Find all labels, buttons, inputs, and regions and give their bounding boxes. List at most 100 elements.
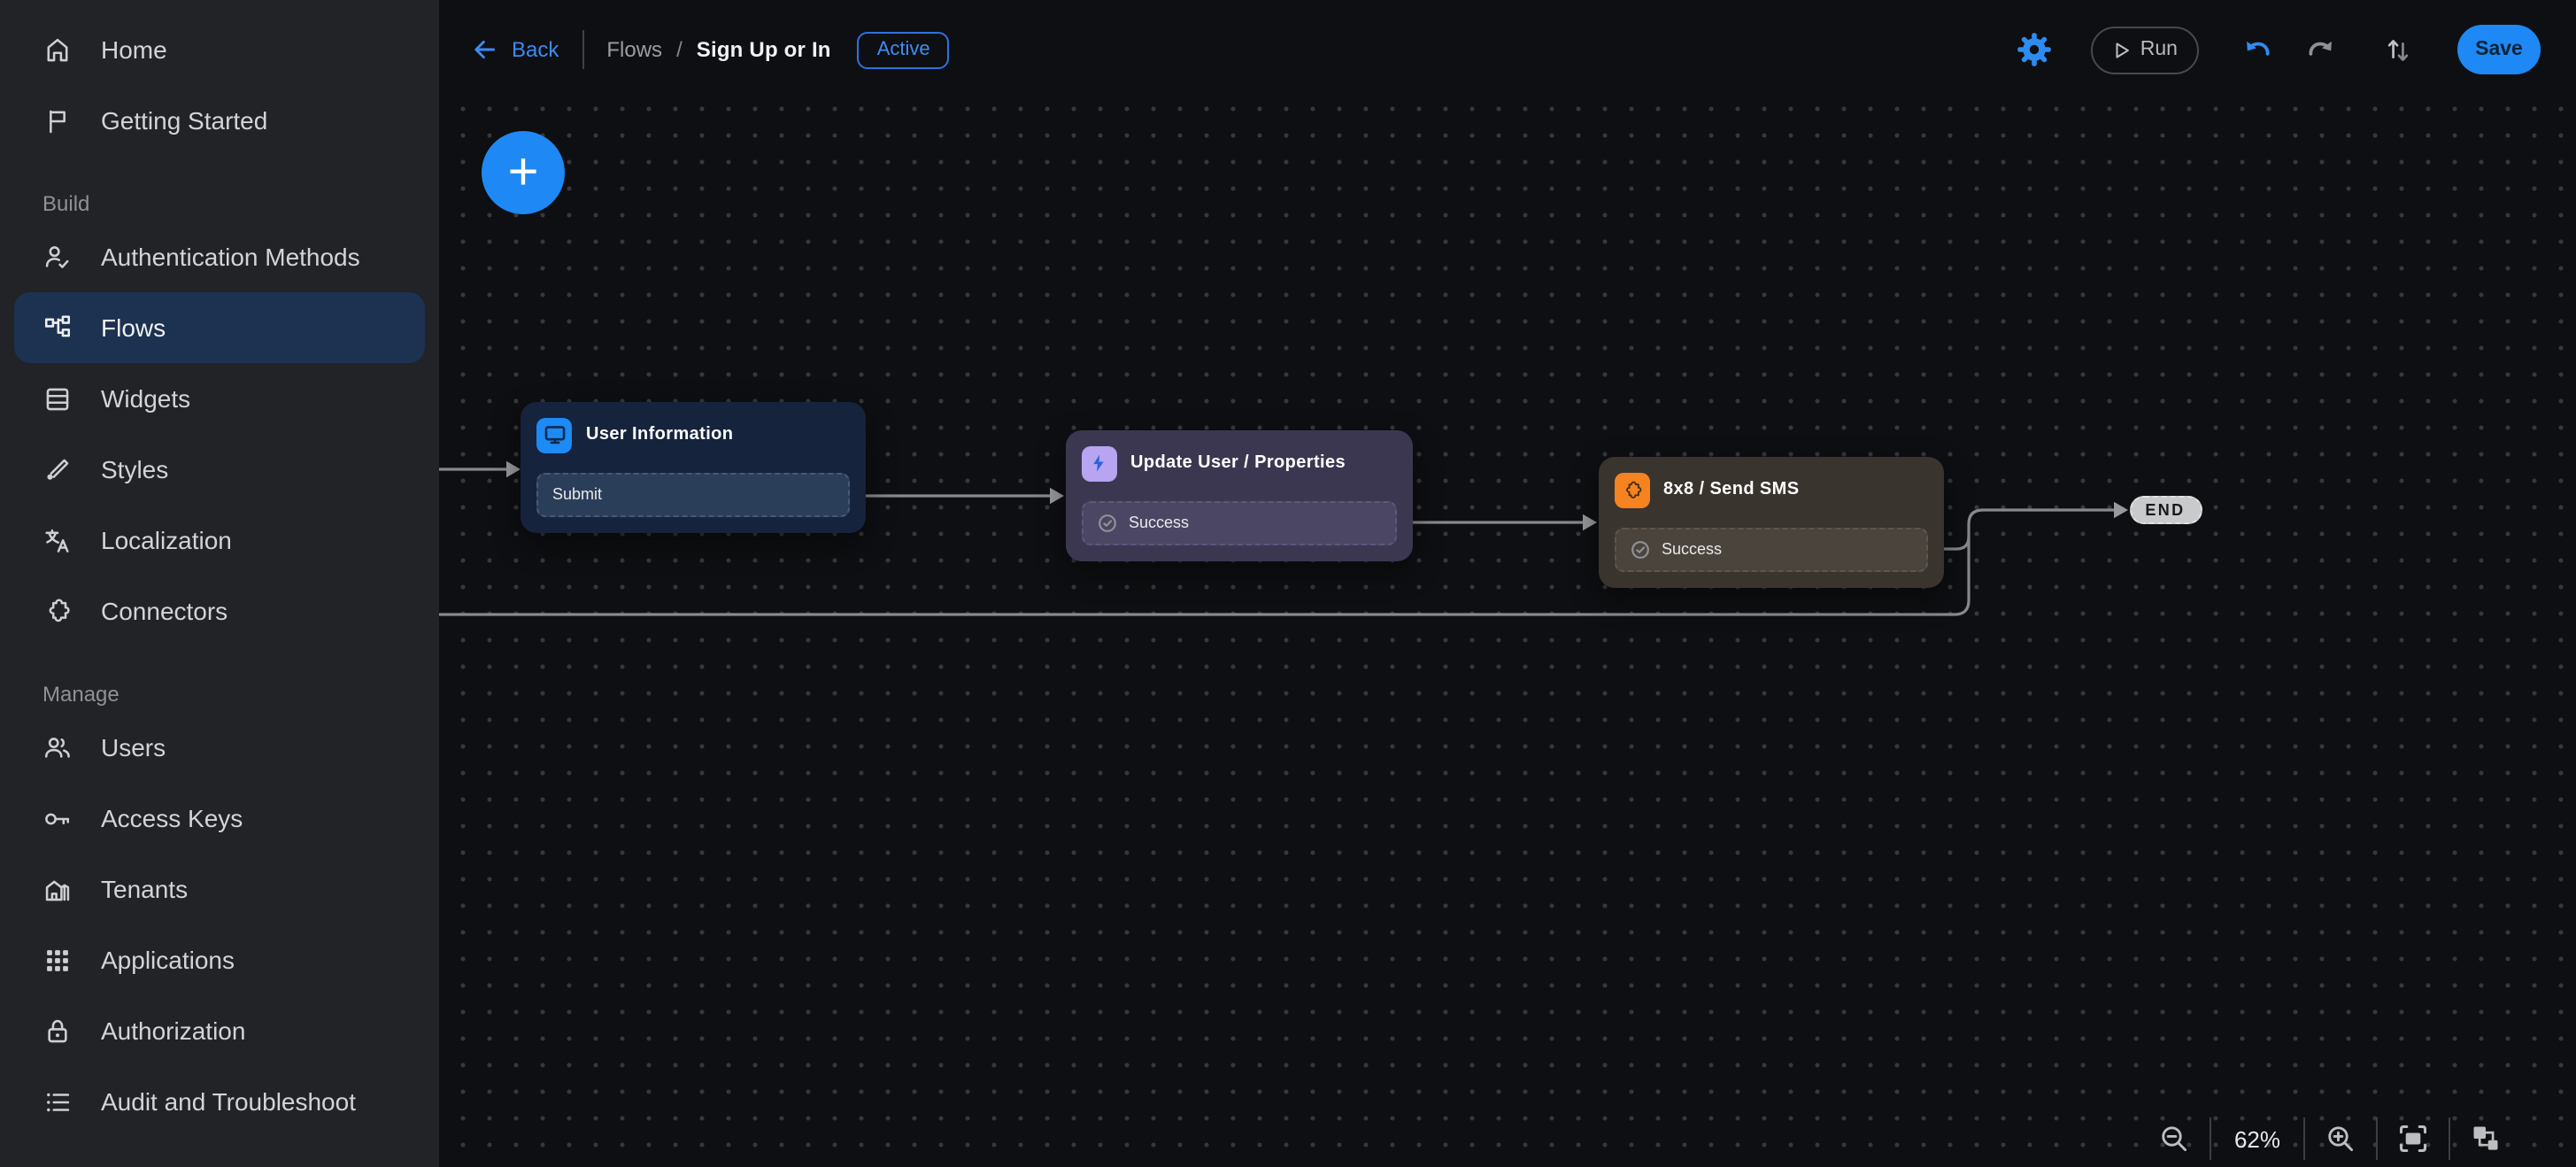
widgets-icon	[42, 383, 73, 413]
node-title: User Information	[586, 425, 734, 444]
node-title: 8x8 / Send SMS	[1663, 480, 1800, 499]
sidebar-item-flows[interactable]: Flows	[14, 292, 425, 363]
flows-icon	[42, 313, 73, 343]
sidebar-item-widgets[interactable]: Widgets	[14, 363, 425, 434]
swap-vertical-icon	[2387, 39, 2409, 60]
zoombar-divider	[2376, 1117, 2378, 1160]
zoom-level: 62%	[2233, 1125, 2281, 1152]
zoom-in-icon	[2328, 1126, 2354, 1152]
sidebar-item-label: Tenants	[101, 875, 189, 903]
person-check-icon	[42, 242, 73, 272]
play-icon	[2116, 42, 2129, 58]
settings-gear-button[interactable]	[2017, 32, 2052, 67]
check-circle-icon	[1098, 514, 1115, 531]
undo-button[interactable]	[2241, 33, 2275, 66]
node-update-user-properties[interactable]: Update User / Properties Success	[1065, 429, 1412, 560]
auto-layout-button[interactable]	[2470, 1123, 2502, 1155]
puzzle-icon	[42, 596, 73, 626]
redo-button[interactable]	[2303, 33, 2337, 66]
sidebar-item-authentication-methods[interactable]: Authentication Methods	[14, 221, 425, 292]
sidebar-item-home[interactable]: Home	[14, 14, 425, 85]
swap-vertical-button[interactable]	[2383, 35, 2413, 65]
topbar-actions: Run Save	[2017, 25, 2541, 74]
sidebar-section-manage: Manage	[42, 682, 120, 707]
sidebar-item-label: Localization	[101, 526, 232, 554]
sidebar-item-users[interactable]: Users	[14, 712, 425, 783]
breadcrumb-parent[interactable]: Flows	[606, 37, 662, 62]
connector-puzzle-icon	[1614, 472, 1649, 507]
node-header: User Information	[536, 417, 850, 452]
sidebar-item-getting-started[interactable]: Getting Started	[14, 85, 425, 156]
run-label: Run	[2140, 39, 2178, 60]
sidebar-item-label: Applications	[101, 946, 235, 974]
sidebar-item-tenants[interactable]: Tenants	[14, 854, 425, 924]
sidebar-item-label: Audit and Troubleshoot	[101, 1087, 356, 1116]
status-badge[interactable]: Active	[857, 31, 950, 68]
sidebar-item-label: Styles	[101, 455, 169, 483]
sidebar-item-label: Authorization	[101, 1016, 246, 1045]
users-icon	[42, 732, 73, 762]
sidebar-item-label: Home	[101, 35, 167, 64]
back-button[interactable]: Back	[471, 35, 559, 64]
flow-canvas[interactable]: + User Information Submit Update User / …	[439, 99, 2576, 1167]
screen-icon	[536, 417, 572, 452]
node-output-label: Success	[1129, 514, 1190, 531]
node-output-success[interactable]: Success	[1081, 500, 1396, 545]
sidebar-section-build: Build	[42, 191, 90, 216]
flag-icon	[42, 105, 73, 135]
check-circle-icon	[1631, 540, 1648, 558]
sidebar-item-label: Connectors	[101, 597, 228, 625]
add-node-button[interactable]: +	[482, 131, 565, 214]
node-header: Update User / Properties	[1081, 445, 1396, 481]
flow-connections	[439, 460, 2128, 616]
node-header: 8x8 / Send SMS	[1614, 472, 1927, 507]
topbar: Back Flows / Sign Up or In Active Run Sa…	[439, 0, 2576, 99]
sidebar-item-label: Authentication Methods	[101, 243, 360, 271]
node-output-label: Submit	[552, 485, 603, 503]
sidebar-item-audit-and-troubleshoot[interactable]: Audit and Troubleshoot	[14, 1066, 425, 1137]
sidebar-item-authorization[interactable]: Authorization	[14, 995, 425, 1066]
apps-grid-icon	[42, 945, 73, 975]
sidebar-item-label: Widgets	[101, 384, 191, 413]
node-user-information[interactable]: User Information Submit	[521, 401, 866, 532]
bolt-icon	[1081, 445, 1116, 481]
sidebar-item-label: Users	[101, 733, 166, 761]
home-icon	[42, 35, 73, 65]
translate-icon	[42, 525, 73, 555]
sidebar-item-access-keys[interactable]: Access Keys	[14, 783, 425, 854]
node-end[interactable]: END	[2129, 496, 2202, 524]
zoom-out-icon	[2162, 1126, 2187, 1152]
sidebar-item-applications[interactable]: Applications	[14, 924, 425, 995]
app-root: Home Getting Started Build Authenticatio…	[0, 0, 2576, 1167]
node-output-success[interactable]: Success	[1614, 527, 1927, 571]
zoombar-divider	[2303, 1117, 2305, 1160]
sidebar-item-label: Getting Started	[101, 106, 268, 135]
sidebar-item-label: Flows	[101, 313, 166, 342]
node-output-submit[interactable]: Submit	[536, 472, 850, 516]
buildings-icon	[42, 874, 73, 904]
sidebar-item-label: Access Keys	[101, 804, 243, 832]
redo-icon	[2309, 40, 2332, 55]
fit-to-screen-button[interactable]	[2397, 1123, 2429, 1155]
sidebar-item-localization[interactable]: Localization	[14, 505, 425, 576]
save-button[interactable]: Save	[2457, 25, 2541, 74]
breadcrumb-current: Sign Up or In	[696, 37, 831, 62]
auto-layout-icon	[2473, 1126, 2498, 1150]
lock-icon	[42, 1016, 73, 1046]
sidebar-item-styles[interactable]: Styles	[14, 434, 425, 505]
zoombar-divider	[2449, 1117, 2450, 1160]
zoom-out-button[interactable]	[2158, 1123, 2190, 1155]
header-divider	[582, 30, 584, 69]
brush-icon	[42, 454, 73, 484]
run-button[interactable]: Run	[2090, 26, 2199, 73]
fit-to-screen-icon	[2399, 1124, 2427, 1153]
zoom-in-button[interactable]	[2325, 1123, 2356, 1155]
breadcrumb: Flows / Sign Up or In	[606, 37, 830, 62]
sidebar-item-connectors[interactable]: Connectors	[14, 576, 425, 646]
canvas-zoom-controls: 62%	[2158, 1116, 2502, 1162]
key-icon	[42, 803, 73, 833]
arrow-left-icon	[474, 40, 496, 59]
sidebar: Home Getting Started Build Authenticatio…	[0, 0, 439, 1167]
back-label: Back	[512, 37, 559, 62]
node-8x8-send-sms[interactable]: 8x8 / Send SMS Success	[1598, 456, 1943, 587]
